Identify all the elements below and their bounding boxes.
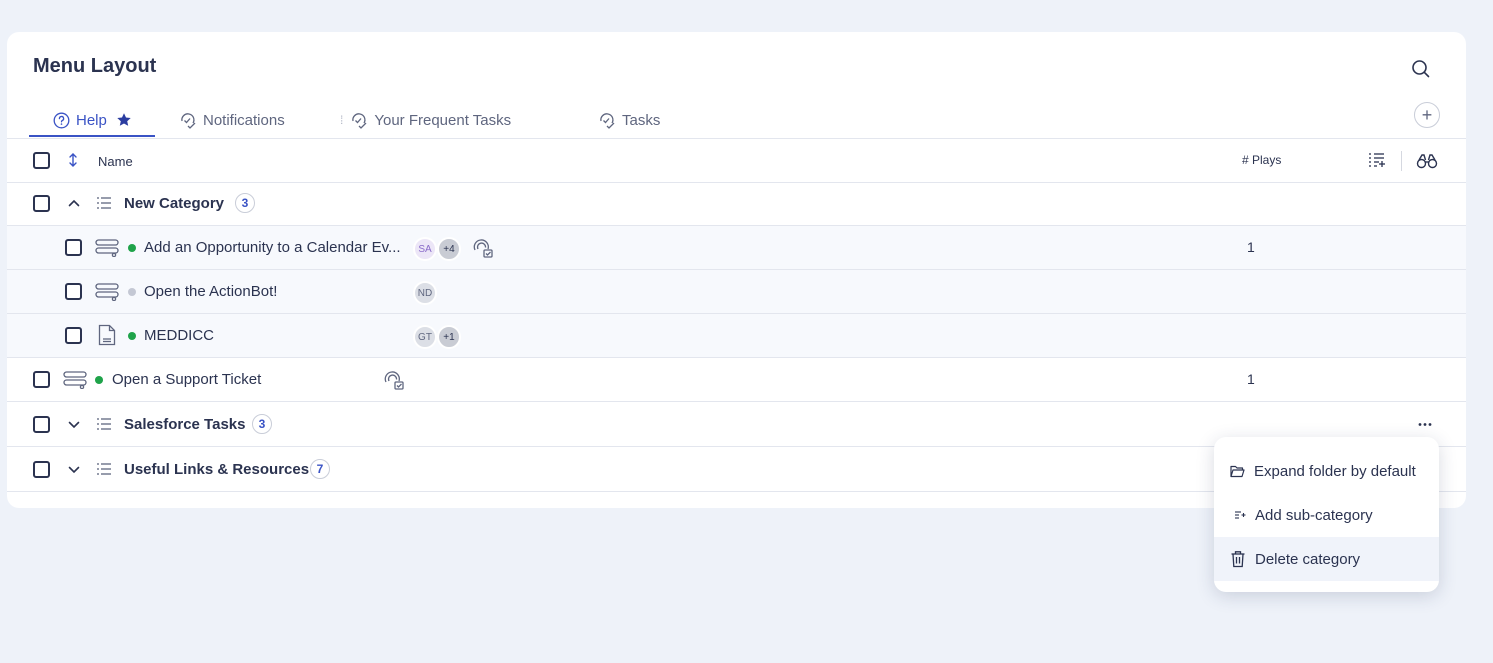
item-count-badge: 7: [310, 459, 330, 479]
star-icon: [117, 113, 131, 126]
plus-icon: +: [1421, 105, 1433, 125]
row-checkbox[interactable]: [65, 327, 82, 344]
table-row[interactable]: Open the ActionBot! ND: [7, 270, 1466, 314]
search-button[interactable]: [1410, 58, 1432, 80]
task-check-icon: [600, 112, 615, 129]
menu-item-label: Expand folder by default: [1254, 462, 1416, 480]
more-options-icon[interactable]: [1417, 422, 1433, 427]
category-list-icon: [97, 197, 111, 209]
add-tab-button[interactable]: +: [1414, 102, 1440, 128]
item-name: Open a Support Ticket: [112, 371, 262, 388]
avatar-more-count: +4: [437, 237, 461, 261]
menu-item-label: Add sub-category: [1255, 506, 1373, 524]
table-row[interactable]: Add an Opportunity to a Calendar Ev... S…: [7, 226, 1466, 270]
chevron-down-icon[interactable]: [68, 465, 80, 475]
menu-item-delete-category[interactable]: Delete category: [1214, 537, 1439, 581]
row-checkbox[interactable]: [33, 416, 50, 433]
tab-help-label: Help: [76, 111, 107, 129]
folder-open-icon: [1230, 465, 1245, 477]
avatar: GT: [413, 325, 437, 349]
column-settings-icon[interactable]: [1368, 152, 1386, 168]
category-name: Useful Links & Resources: [124, 461, 310, 478]
category-name: Salesforce Tasks: [124, 416, 246, 433]
row-checkbox[interactable]: [33, 371, 50, 388]
table-header: Name # Plays: [7, 139, 1466, 182]
tab-help[interactable]: Help: [53, 102, 132, 138]
divider: [1401, 151, 1402, 171]
plays-count: 1: [1247, 371, 1255, 387]
smart-walkthru-icon: [63, 371, 87, 389]
item-name: Add an Opportunity to a Calendar Ev...: [144, 239, 401, 256]
search-icon: [1412, 60, 1430, 78]
status-live-dot: [128, 332, 136, 340]
avatar: SA: [413, 237, 437, 261]
binoculars-icon[interactable]: [1416, 153, 1438, 169]
article-icon: [98, 324, 116, 346]
tab-tasks-label: Tasks: [622, 111, 661, 129]
column-header-plays[interactable]: # Plays: [1242, 153, 1281, 167]
tab-tasks[interactable]: Tasks: [598, 102, 660, 138]
active-tab-indicator: [29, 135, 155, 137]
avatar-more-count: +1: [437, 325, 461, 349]
table-row[interactable]: MEDDICC GT +1: [7, 314, 1466, 358]
trash-icon: [1231, 551, 1245, 568]
item-name: Open the ActionBot!: [144, 283, 278, 300]
tab-your-frequent-tasks[interactable]: ⁞ Your Frequent Tasks: [340, 102, 511, 138]
row-checkbox[interactable]: [33, 461, 50, 478]
smart-walkthru-icon: [95, 283, 119, 301]
category-list-icon: [97, 463, 111, 475]
smart-walkthru-icon: [95, 239, 119, 257]
item-count-badge: 3: [235, 193, 255, 213]
tab-notifications[interactable]: Notifications: [179, 102, 285, 138]
category-row[interactable]: New Category 3: [7, 182, 1466, 226]
row-checkbox[interactable]: [65, 239, 82, 256]
menu-item-expand-folder[interactable]: Expand folder by default: [1214, 449, 1439, 493]
avatar: ND: [413, 281, 437, 305]
status-live-dot: [95, 376, 103, 384]
category-context-menu: Expand folder by default Add sub-categor…: [1214, 437, 1439, 592]
drag-handle-icon[interactable]: ⁞: [340, 113, 344, 127]
help-circle-icon: [53, 112, 70, 128]
tab-your-frequent-tasks-label: Your Frequent Tasks: [374, 111, 512, 129]
tab-notifications-label: Notifications: [203, 111, 285, 129]
sort-icon[interactable]: [67, 152, 79, 168]
task-check-icon: [181, 112, 196, 129]
add-sub-category-icon: [1235, 511, 1246, 519]
item-count-badge: 3: [252, 414, 272, 434]
select-all-checkbox[interactable]: [33, 152, 50, 169]
column-header-name[interactable]: Name: [98, 154, 133, 169]
table-row[interactable]: Open a Support Ticket 1: [7, 358, 1466, 402]
item-name: MEDDICC: [144, 327, 214, 344]
status-live-dot: [128, 244, 136, 252]
menu-item-add-sub-category[interactable]: Add sub-category: [1214, 493, 1439, 537]
chevron-up-icon[interactable]: [68, 198, 80, 208]
task-check-icon: [352, 112, 367, 129]
page-title: Menu Layout: [33, 55, 157, 77]
category-name: New Category: [124, 195, 225, 212]
menu-item-label: Delete category: [1255, 550, 1361, 568]
chevron-down-icon[interactable]: [68, 420, 80, 430]
row-checkbox[interactable]: [65, 283, 82, 300]
status-draft-dot: [128, 288, 136, 296]
goal-check-icon: [384, 371, 404, 390]
row-checkbox[interactable]: [33, 195, 50, 212]
goal-check-icon: [473, 239, 493, 258]
plays-count: 1: [1247, 239, 1255, 255]
category-list-icon: [97, 418, 111, 430]
